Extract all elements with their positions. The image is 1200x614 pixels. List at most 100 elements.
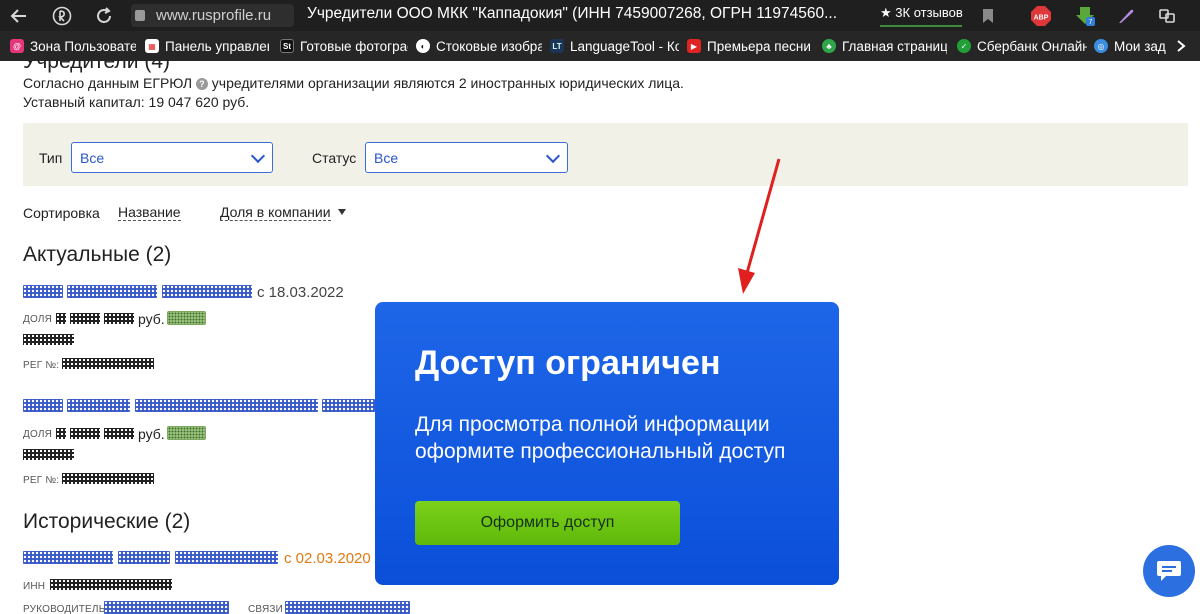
reg-label: РЕГ №: — [23, 475, 60, 486]
help-icon[interactable]: ? — [195, 78, 208, 90]
chevron-down-icon — [545, 148, 561, 164]
type-filter-select[interactable]: Все — [71, 142, 273, 173]
blurred-value — [56, 428, 66, 439]
collections-icon[interactable] — [1156, 0, 1178, 31]
type-filter-label: Тип — [39, 150, 63, 166]
blurred-value — [56, 313, 66, 324]
bookmark-label: Зона Пользовател — [30, 38, 136, 54]
bookmark-favicon-icon: ◎ — [1094, 39, 1108, 53]
status-filter-label: Статус — [312, 150, 357, 166]
filter-panel: Тип Все Статус Все — [23, 123, 1188, 186]
address-bar[interactable]: www.rusprofile.ru — [131, 4, 294, 27]
share-label: ДОЛЯ — [23, 314, 53, 325]
blurred-value — [104, 313, 134, 324]
bookmark-favicon-icon: ◐ — [416, 39, 430, 53]
blurred-name[interactable] — [322, 399, 375, 412]
adblock-icon[interactable]: ABP — [1028, 0, 1054, 31]
get-access-button[interactable]: Оформить доступ — [415, 501, 680, 545]
item-date: с 18.03.2022 — [257, 284, 344, 301]
bookmark-label: Панель управлен — [165, 38, 269, 54]
modal-title: Доступ ограничен — [415, 344, 721, 382]
blurred-name[interactable] — [118, 551, 170, 564]
blurred-value — [104, 428, 134, 439]
bookmark-label: Главная страница — [842, 38, 947, 54]
links-label: СВЯЗИ — [248, 604, 284, 614]
address-url: www.rusprofile.ru — [156, 7, 272, 24]
bookmark-favicon-icon: LT — [550, 39, 564, 53]
blurred-value — [70, 313, 100, 324]
bookmark-item[interactable]: ▶ Премьера песни — [687, 31, 814, 61]
item-date: с 02.03.2020 — [284, 550, 371, 567]
bookmarks-bar: @ Зона Пользовател ▦ Панель управлен St … — [0, 31, 1200, 61]
bookmark-favicon-icon: @ — [10, 39, 24, 53]
bookmark-item[interactable]: ♣ Главная страница — [822, 31, 947, 61]
blurred-name[interactable] — [23, 399, 63, 412]
rub-label: руб. — [138, 426, 165, 442]
bookmarks-more-icon[interactable] — [1176, 31, 1196, 61]
red-arrow-annotation — [738, 158, 781, 294]
bookmark-label: Стоковые изобра — [436, 38, 542, 54]
bookmark-item[interactable]: ◎ Мои зада — [1094, 31, 1166, 61]
blurred-name[interactable] — [175, 551, 278, 564]
reviews-link[interactable]: ★ 3К отзывов — [880, 5, 963, 27]
bookmark-icon[interactable] — [977, 0, 999, 31]
svg-text:ABP: ABP — [1034, 14, 1049, 21]
blurred-name[interactable] — [67, 285, 157, 298]
bookmark-item[interactable]: ◐ Стоковые изобра — [416, 31, 542, 61]
status-filter-select[interactable]: Все — [365, 142, 568, 173]
chat-icon — [1157, 561, 1181, 581]
bookmark-label: Готовые фотограф — [300, 38, 408, 54]
bookmark-label: LanguageTool - Ко — [570, 38, 679, 54]
bookmark-item[interactable]: @ Зона Пользовател — [10, 31, 136, 61]
svg-text:7: 7 — [1089, 19, 1093, 26]
browser-top-bar: www.rusprofile.ru Учредители ООО МКК "Ка… — [0, 0, 1200, 31]
back-arrow-icon[interactable] — [6, 0, 32, 31]
share-label: ДОЛЯ — [23, 429, 53, 440]
blurred-name[interactable] — [67, 399, 130, 412]
blurred-name[interactable] — [23, 551, 113, 564]
blurred-value — [23, 334, 74, 345]
feather-extension-icon[interactable] — [1115, 0, 1137, 31]
blurred-value — [62, 473, 154, 484]
blurred-name[interactable] — [23, 285, 63, 298]
bookmark-item[interactable]: ✓ Сбербанк Онлайн — [957, 31, 1087, 61]
sort-label: Сортировка — [23, 205, 100, 221]
info-text-after: учредителями организации являются 2 инос… — [211, 75, 684, 91]
sort-by-share-link[interactable]: Доля в компании — [220, 205, 331, 221]
chevron-down-icon — [250, 148, 266, 164]
access-restricted-modal: Доступ ограничен Для просмотра полной ин… — [375, 302, 839, 585]
reload-icon[interactable] — [91, 0, 117, 31]
lock-icon — [135, 10, 145, 21]
bookmark-item[interactable]: LT LanguageTool - Ко — [550, 31, 679, 61]
actual-heading: Актуальные (2) — [23, 243, 172, 266]
blurred-name[interactable] — [135, 399, 318, 412]
modal-text: Для просмотра полной информации оформите… — [415, 413, 786, 463]
capital-text: Уставный капитал: 19 047 620 руб. — [23, 94, 250, 110]
blurred-name[interactable] — [104, 601, 229, 614]
inn-label: ИНН — [23, 581, 46, 592]
chat-button[interactable] — [1143, 545, 1195, 597]
bookmark-favicon-icon: ♣ — [822, 39, 836, 53]
blurred-share-badge — [167, 311, 206, 325]
blurred-name[interactable] — [162, 285, 252, 298]
blurred-value — [62, 358, 154, 369]
bookmark-favicon-icon: ▦ — [145, 39, 159, 53]
bookmark-label: Мои зада — [1114, 38, 1166, 54]
status-filter-value: Все — [374, 149, 399, 166]
bookmark-item[interactable]: St Готовые фотограф — [280, 31, 408, 61]
sort-by-name-link[interactable]: Название — [118, 205, 181, 221]
extension-download-icon[interactable]: 7 — [1072, 0, 1098, 31]
page-viewport: Учредители (4) Согласно данным ЕГРЮЛ ? у… — [0, 61, 1200, 614]
bookmark-favicon-icon: ▶ — [687, 39, 701, 53]
yandex-icon[interactable] — [49, 0, 75, 31]
reviews-label: 3К отзывов — [895, 5, 963, 20]
bookmark-favicon-icon: ✓ — [957, 39, 971, 53]
sort-desc-icon — [338, 209, 346, 215]
blurred-name[interactable] — [285, 601, 410, 614]
egrul-info-text: Согласно данным ЕГРЮЛ ? учредителями орг… — [23, 75, 684, 91]
blurred-value — [50, 579, 172, 590]
bookmark-favicon-icon: St — [280, 39, 294, 53]
type-filter-value: Все — [80, 149, 105, 166]
reg-label: РЕГ №: — [23, 360, 60, 371]
bookmark-item[interactable]: ▦ Панель управлен — [145, 31, 269, 61]
